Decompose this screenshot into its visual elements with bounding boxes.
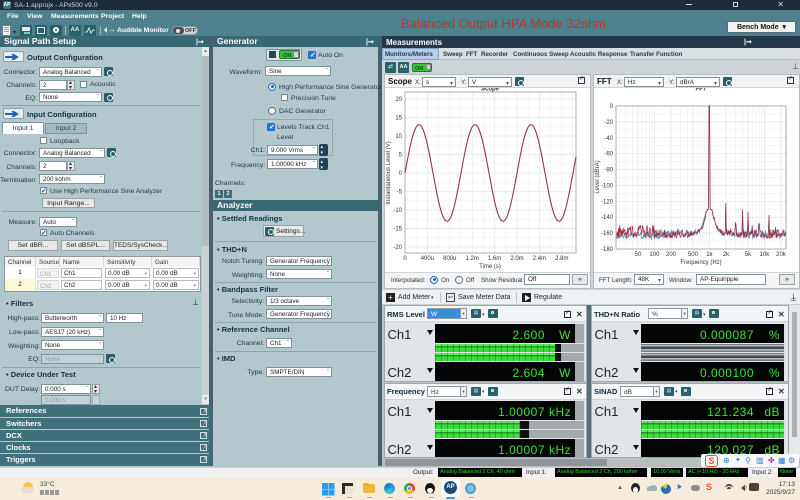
svg-text:50: 50 (635, 252, 642, 258)
svg-text:200: 200 (666, 252, 677, 258)
svg-text:15: 15 (395, 116, 402, 122)
svg-text:0: 0 (610, 104, 614, 110)
svg-text:Instantaneous Level (V): Instantaneous Level (V) (386, 141, 392, 204)
svg-text:400u: 400u (421, 256, 434, 262)
svg-text:-20: -20 (604, 120, 613, 126)
svg-text:20: 20 (395, 97, 402, 103)
svg-text:1k: 1k (706, 252, 713, 258)
svg-text:10: 10 (395, 134, 402, 140)
svg-text:-10: -10 (393, 208, 402, 214)
svg-text:-120: -120 (601, 199, 614, 205)
svg-text:1.6m: 1.6m (488, 256, 501, 262)
svg-text:Frequency (Hz): Frequency (Hz) (680, 260, 721, 266)
svg-text:-5: -5 (397, 190, 403, 196)
svg-text:-180: -180 (601, 247, 614, 253)
svg-text:0: 0 (403, 256, 407, 262)
svg-text:-140: -140 (601, 215, 614, 221)
svg-text:1.2m: 1.2m (466, 256, 479, 262)
svg-text:-100: -100 (601, 183, 614, 189)
svg-text:Level (dBrA): Level (dBrA) (595, 160, 601, 193)
svg-text:5k: 5k (745, 252, 752, 258)
svg-text:-80: -80 (604, 168, 613, 174)
svg-text:-60: -60 (604, 152, 613, 158)
svg-text:Scope: Scope (481, 88, 500, 93)
svg-text:-15: -15 (393, 227, 402, 233)
svg-text:800u: 800u (443, 256, 456, 262)
svg-text:Time (s): Time (s) (479, 264, 501, 270)
svg-text:-20: -20 (393, 245, 402, 251)
svg-text:100: 100 (649, 252, 660, 258)
svg-text:2.8m: 2.8m (555, 256, 568, 262)
svg-text:20k: 20k (776, 252, 787, 258)
svg-text:2.4m: 2.4m (533, 256, 546, 262)
svg-text:-160: -160 (601, 231, 614, 237)
svg-text:2k: 2k (723, 252, 730, 258)
svg-text:10k: 10k (760, 252, 771, 258)
svg-text:500: 500 (688, 252, 699, 258)
svg-text:FFT: FFT (696, 88, 707, 93)
svg-text:-40: -40 (604, 136, 613, 142)
svg-text:2.0m: 2.0m (510, 256, 523, 262)
svg-text:5: 5 (399, 153, 403, 159)
svg-text:0: 0 (399, 171, 403, 177)
